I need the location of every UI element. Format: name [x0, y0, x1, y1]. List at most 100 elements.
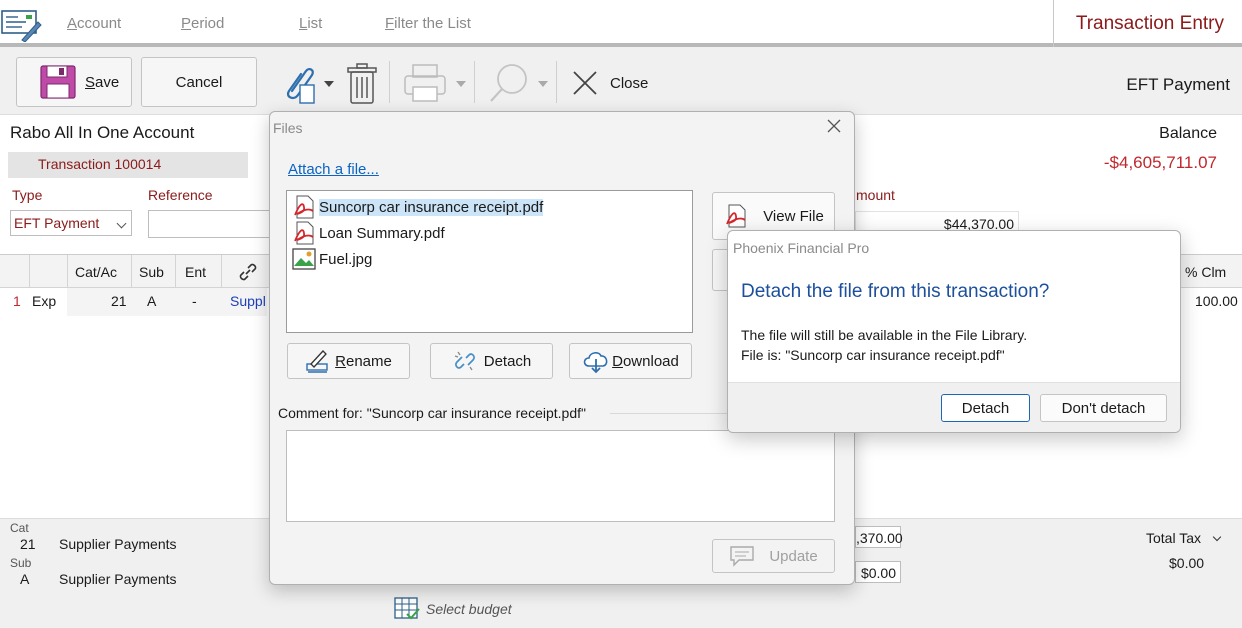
row-type[interactable]: Exp	[32, 293, 56, 309]
balance-value: -$4,605,711.07	[1103, 153, 1217, 172]
confirm-dialog-title: Phoenix Financial Pro	[733, 240, 870, 256]
row-sub[interactable]: A	[147, 293, 156, 309]
select-budget-link[interactable]: Select budget	[426, 601, 512, 617]
comment-label: Comment for: "Suncorp car insurance rece…	[278, 405, 586, 421]
sub-name: Supplier Payments	[59, 571, 177, 587]
total-tax-value: $0.00	[1169, 555, 1205, 571]
column-header-ent[interactable]: Ent	[185, 264, 206, 280]
file-name: Loan Summary.pdf	[319, 224, 445, 242]
cheque-pen-icon[interactable]	[0, 6, 42, 42]
type-select[interactable]: EFT Payment	[10, 210, 132, 236]
total-tax-label[interactable]: Total Tax	[1146, 530, 1201, 546]
rename-mnemonic: R	[335, 352, 346, 370]
confirm-message: The file will still be available in the …	[741, 325, 1027, 365]
bottom-amount-1: ,370.00	[855, 526, 903, 548]
row-cat[interactable]: 21	[111, 293, 127, 309]
reference-input[interactable]	[148, 210, 270, 238]
dont-detach-button[interactable]: Don't detach	[1040, 394, 1167, 422]
nav-filter-list[interactable]: Filter the List	[385, 15, 471, 32]
toolbar-separator	[556, 61, 557, 103]
balance-label: Balance	[1159, 125, 1217, 142]
download-button[interactable]: Download	[569, 343, 692, 379]
sub-value: A	[20, 571, 30, 587]
cancel-button[interactable]: Cancel	[141, 57, 257, 107]
chevron-down-icon	[116, 218, 127, 229]
bottom-amount-2: $0.00	[855, 561, 901, 583]
transaction-number: Transaction 100014	[8, 152, 248, 178]
link-chain-icon	[239, 263, 257, 281]
download-label: ownload	[622, 352, 679, 370]
nav-account[interactable]: Account	[67, 15, 121, 32]
detach-button[interactable]: Detach	[430, 343, 553, 379]
save-label: ave	[95, 73, 120, 91]
cat-small-label: Cat	[10, 521, 29, 535]
column-header-sub[interactable]: Sub	[139, 264, 164, 280]
detach-label: Detach	[483, 352, 532, 370]
column-header-cat[interactable]: Cat/Ac	[75, 264, 117, 280]
attach-file-link[interactable]: Attach a file...	[288, 161, 379, 178]
list-item[interactable]: Loan Summary.pdf	[291, 221, 445, 245]
list-item[interactable]: Suncorp car insurance receipt.pdf	[291, 195, 544, 219]
row-claim-percent[interactable]: 100.00	[1195, 293, 1238, 309]
view-file-label: View File	[763, 207, 824, 225]
close-button-label[interactable]: Close	[610, 75, 648, 92]
printer-icon[interactable]	[403, 63, 447, 103]
file-name: Fuel.jpg	[319, 250, 373, 268]
toolbar-separator	[474, 61, 475, 103]
files-dialog-title: Files	[273, 120, 303, 136]
update-button[interactable]: Update	[712, 539, 835, 573]
confirm-message-line-1: The file will still be available in the …	[741, 327, 1028, 343]
rename-button[interactable]: Rename	[287, 343, 410, 379]
confirm-detach-button[interactable]: Detach	[941, 394, 1030, 422]
nav-divider	[1053, 0, 1054, 47]
column-separator	[221, 255, 222, 288]
search-magnifier-icon[interactable]	[488, 61, 530, 105]
column-separator	[175, 255, 176, 288]
search-dropdown-caret[interactable]	[538, 81, 548, 87]
confirm-footer: Detach Don't detach	[728, 382, 1180, 432]
top-navigation: Account Period List Filter the List Tran…	[0, 0, 1242, 47]
cat-name: Supplier Payments	[59, 536, 177, 552]
list-item[interactable]: Fuel.jpg	[291, 247, 372, 271]
column-separator	[131, 255, 132, 288]
save-button[interactable]: Save	[16, 57, 132, 107]
amount-label: mount	[856, 187, 895, 203]
budget-table-icon[interactable]	[394, 597, 420, 621]
type-select-value: EFT Payment	[14, 215, 100, 231]
row-ent[interactable]: -	[192, 293, 197, 309]
toolbar: Save Cancel Close EFT Payment	[0, 51, 1242, 114]
row-name[interactable]: Suppl	[230, 293, 266, 309]
column-header-claim-percent[interactable]: % Clm	[1185, 264, 1226, 280]
nav-list[interactable]: List	[299, 15, 322, 32]
toolbar-separator	[389, 61, 390, 103]
print-dropdown-caret[interactable]	[456, 81, 466, 87]
row-number: 1	[13, 293, 21, 309]
close-x-icon[interactable]	[572, 70, 598, 96]
form-title: EFT Payment	[1126, 75, 1230, 94]
broken-link-icon	[454, 351, 475, 371]
pdf-icon	[294, 195, 314, 219]
pdf-icon	[294, 221, 314, 245]
attach-paperclip-icon[interactable]	[274, 61, 322, 105]
comment-textarea[interactable]	[286, 430, 835, 522]
close-icon[interactable]	[826, 118, 842, 134]
cat-value: 21	[20, 536, 36, 552]
nav-period[interactable]: Period	[181, 15, 224, 32]
save-label-mnemonic: S	[85, 73, 96, 91]
sub-small-label: Sub	[10, 556, 32, 570]
detach-confirm-dialog: Phoenix Financial Pro Detach the file fr…	[727, 230, 1181, 433]
page-title: Transaction Entry	[1075, 13, 1224, 34]
reference-label: Reference	[148, 187, 213, 203]
column-separator	[29, 255, 30, 288]
type-label: Type	[12, 187, 43, 203]
cloud-download-icon	[583, 352, 608, 374]
file-list[interactable]: Suncorp car insurance receipt.pdf Loan S…	[286, 190, 693, 333]
comment-divider	[610, 413, 730, 414]
rename-pen-icon	[306, 350, 328, 373]
trash-icon[interactable]	[346, 63, 378, 105]
chevron-down-icon[interactable]	[1212, 532, 1222, 542]
attach-dropdown-caret[interactable]	[324, 81, 334, 87]
confirm-message-line-2: File is: "Suncorp car insurance receipt.…	[741, 347, 1005, 363]
account-name: Rabo All In One Account	[10, 123, 195, 142]
file-name: Suncorp car insurance receipt.pdf	[319, 198, 544, 216]
